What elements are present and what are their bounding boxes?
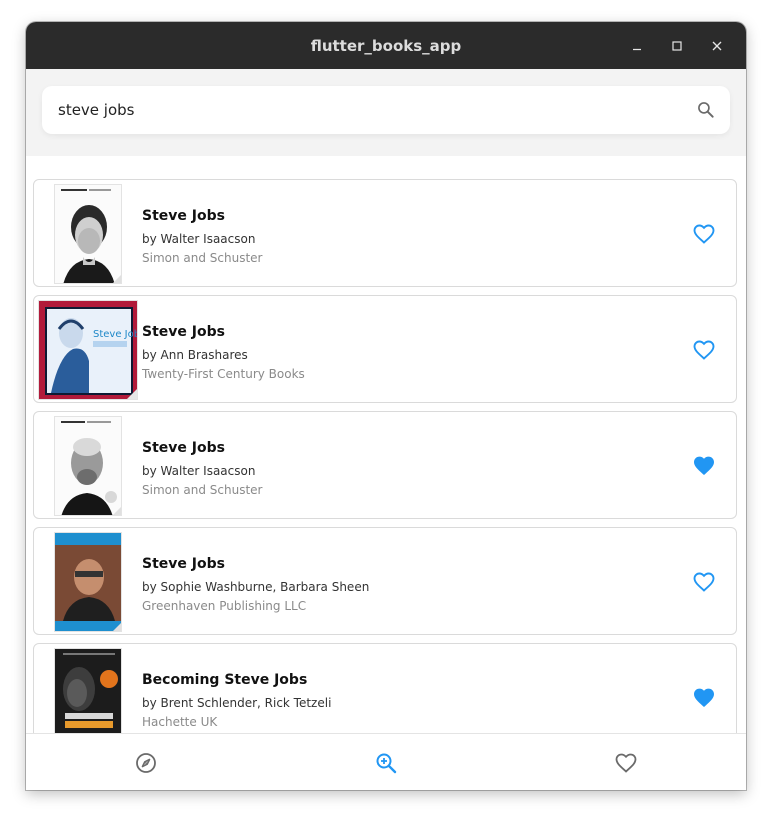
close-button[interactable] — [702, 31, 732, 61]
book-title: Steve Jobs — [142, 440, 225, 456]
bottom-navigation-bar — [26, 733, 746, 790]
search-box — [42, 86, 730, 134]
compass-icon — [136, 752, 156, 773]
search-input[interactable] — [58, 86, 658, 134]
zoom-in-icon — [376, 753, 397, 773]
book-cover-image — [54, 532, 122, 632]
portrait-cover-art — [55, 185, 121, 283]
maximize-button[interactable] — [662, 31, 692, 61]
nav-search[interactable] — [266, 734, 506, 790]
nav-favorites[interactable] — [506, 734, 746, 790]
minimize-button[interactable] — [622, 31, 652, 61]
book-title: Steve Jobs — [142, 324, 225, 340]
book-author: by Walter Isaacson — [142, 464, 256, 478]
book-publisher: Hachette UK — [142, 715, 218, 729]
minimize-icon — [633, 48, 641, 50]
book-list-item[interactable]: Steve Jobs Steve Jobs by Ann Brashares T… — [33, 295, 737, 403]
photo-cover-art — [55, 533, 121, 631]
book-publisher: Greenhaven Publishing LLC — [142, 599, 307, 613]
book-publisher: Simon and Schuster — [142, 251, 263, 265]
heart-outline-icon[interactable] — [692, 338, 716, 362]
book-title: Becoming Steve Jobs — [142, 672, 308, 688]
portrait-cover-art — [55, 417, 121, 515]
book-cover-image: Steve Jobs — [38, 300, 138, 400]
close-icon — [712, 41, 722, 50]
book-cover-image — [54, 416, 122, 516]
book-publisher: Twenty-First Century Books — [142, 367, 305, 381]
window-controls — [612, 22, 732, 69]
book-author: by Sophie Washburne, Barbara Sheen — [142, 580, 370, 594]
book-title: Steve Jobs — [142, 208, 225, 224]
heart-outline-icon[interactable] — [692, 222, 716, 246]
book-list-item[interactable]: Steve Jobs by Walter Isaacson Simon and … — [33, 411, 737, 519]
book-list-item[interactable]: Steve Jobs by Walter Isaacson Simon and … — [33, 179, 737, 287]
search-icon[interactable] — [696, 100, 716, 120]
app-window: flutter_books_app steve jobs Steve Jobs … — [26, 22, 746, 790]
search-area — [26, 69, 746, 156]
maximize-icon — [672, 40, 682, 51]
main-content: Steve Jobs by Walter Isaacson Simon and … — [26, 69, 746, 751]
heart-outline-icon[interactable] — [692, 570, 716, 594]
book-list-item[interactable]: Steve Jobs by Sophie Washburne, Barbara … — [33, 527, 737, 635]
book-author: by Brent Schlender, Rick Tetzeli — [142, 696, 332, 710]
book-publisher: Simon and Schuster — [142, 483, 263, 497]
title-bar: flutter_books_app — [26, 22, 746, 69]
book-title: Steve Jobs — [142, 556, 225, 572]
illustrated-cover-art: Steve Jobs — [39, 301, 138, 399]
book-author: by Walter Isaacson — [142, 232, 256, 246]
book-list: Steve Jobs by Walter Isaacson Simon and … — [33, 179, 739, 759]
book-cover-image — [54, 184, 122, 284]
heart-outline-icon — [615, 753, 637, 773]
window-title: flutter_books_app — [310, 36, 462, 55]
heart-filled-icon[interactable] — [692, 454, 716, 478]
nav-explore[interactable] — [26, 734, 266, 790]
svg-text:Steve Jobs: Steve Jobs — [93, 329, 138, 340]
heart-filled-icon[interactable] — [692, 686, 716, 710]
book-author: by Ann Brashares — [142, 348, 248, 362]
